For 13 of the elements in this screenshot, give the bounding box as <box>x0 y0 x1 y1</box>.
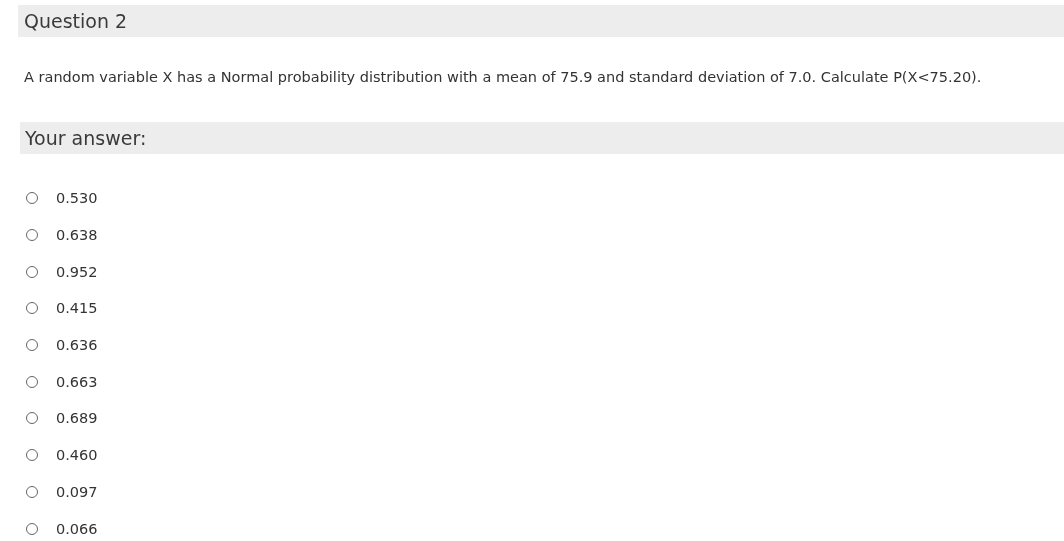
option-label[interactable]: 0.530 <box>56 190 98 207</box>
option-label[interactable]: 0.636 <box>56 337 98 354</box>
option-label[interactable]: 0.415 <box>56 300 98 317</box>
question-header: Question 2 <box>18 5 1064 37</box>
option-label[interactable]: 0.460 <box>56 447 98 464</box>
option-label[interactable]: 0.066 <box>56 520 98 537</box>
question-text: A random variable X has a Normal probability distribution with a mean of 75.9 and standard deviation of 7.0. Calculate P(X<75.20). <box>24 68 983 87</box>
option-label[interactable]: 0.663 <box>56 373 98 390</box>
option-label[interactable]: 0.952 <box>56 263 98 280</box>
option-label[interactable]: 0.097 <box>56 483 98 500</box>
answer-header: Your answer: <box>20 122 1064 154</box>
option-label[interactable]: 0.689 <box>56 410 98 427</box>
option-label[interactable]: 0.638 <box>56 227 98 244</box>
